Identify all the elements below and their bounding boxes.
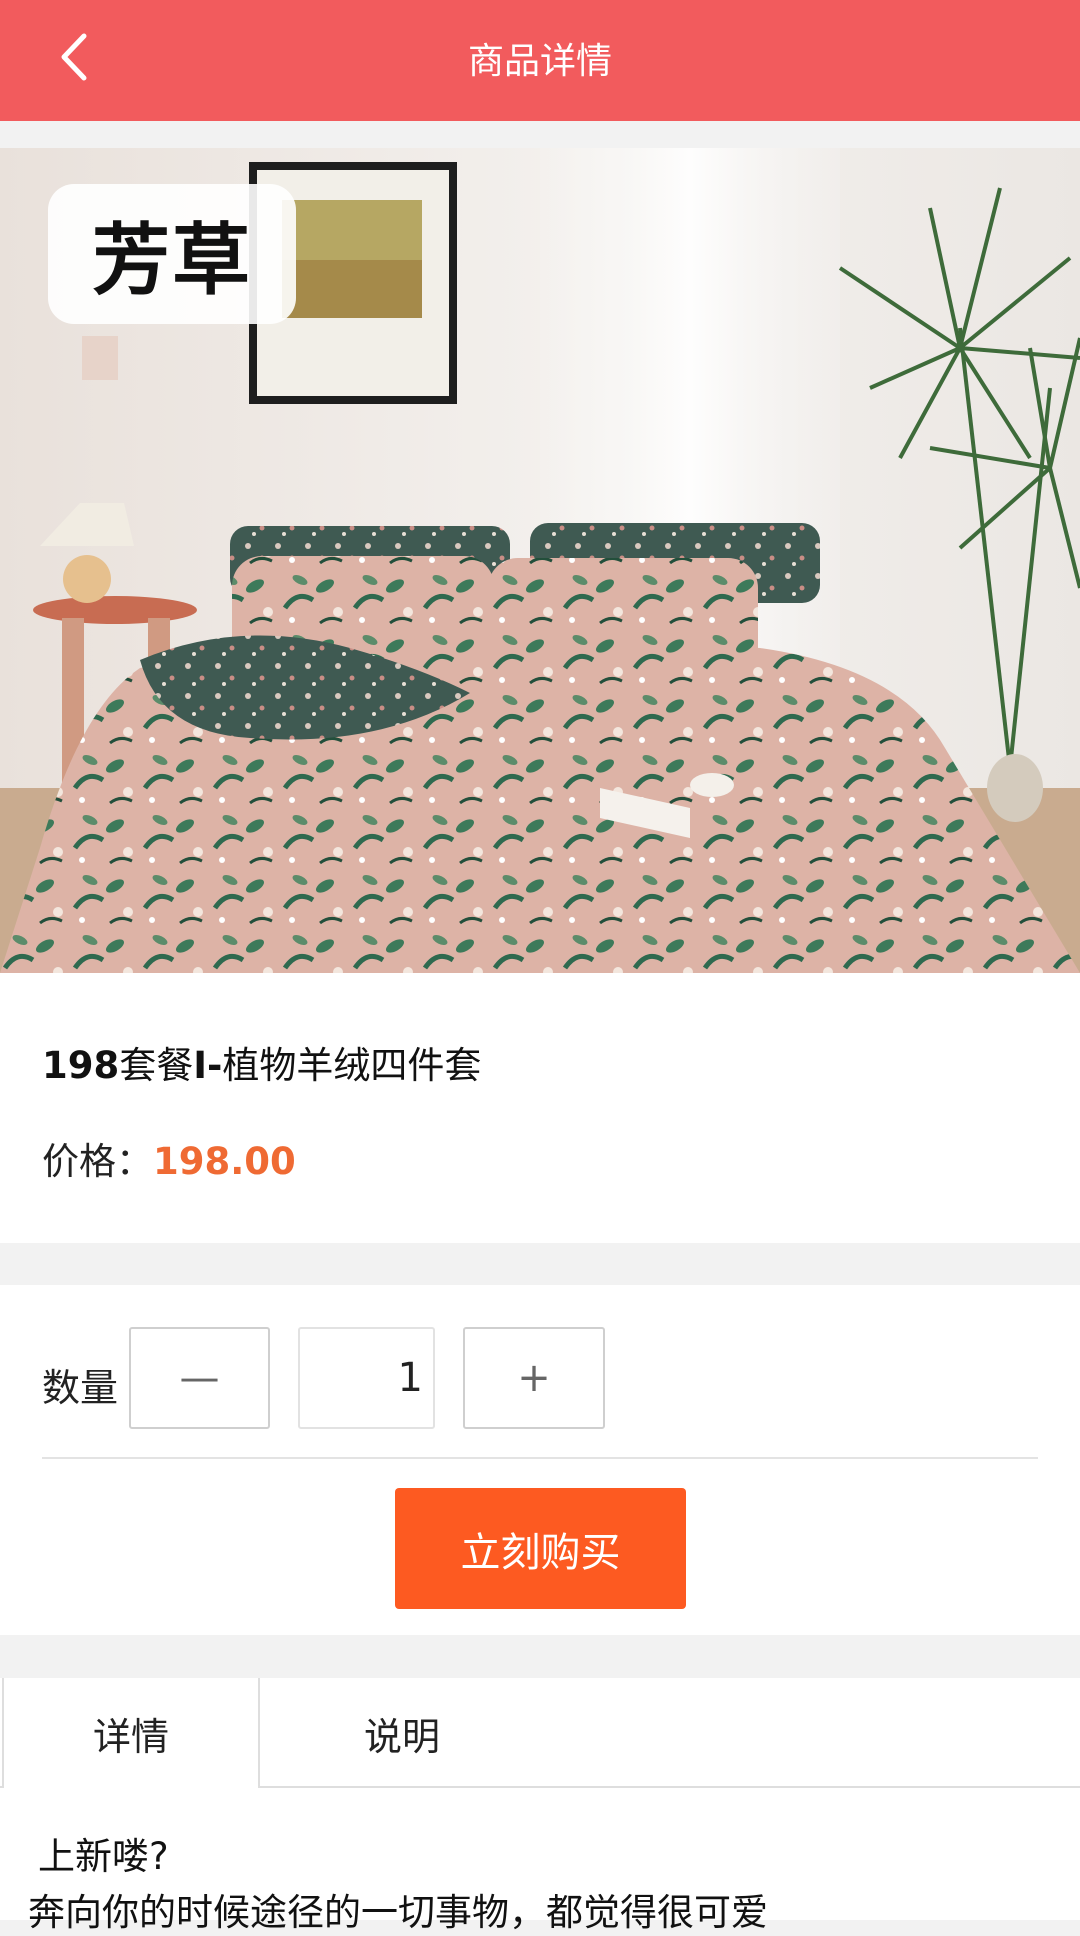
quantity-label: 数量 [42,1366,119,1410]
product-info-card: 198套餐I-植物羊绒四件套 价格：198.00 [0,973,1080,1243]
quantity-input[interactable]: 1 [298,1327,435,1429]
tab-bar: 详情 说明 [0,1678,1080,1788]
decrease-quantity-button[interactable]: — [129,1327,270,1429]
plus-icon: + [517,1355,551,1401]
divider [42,1457,1038,1459]
brand-tag: 芳草 [48,184,296,324]
price-label: 价格： [42,1140,153,1183]
buy-now-button[interactable]: 立刻购买 [395,1488,686,1609]
tab-description[interactable]: 说明 [272,1678,532,1788]
increase-quantity-button[interactable]: + [463,1327,605,1429]
minus-icon: — [179,1355,220,1401]
tab-details[interactable]: 详情 [2,1678,260,1788]
top-app-bar: 商品详情 [0,0,1080,121]
page-title: 商品详情 [467,41,612,82]
price-value: 198.00 [153,1140,296,1183]
product-name: 198套餐I-植物羊绒四件套 [42,1044,482,1087]
detail-text-line: 奔向你的时候途径的一切事物，都觉得很可爱 [28,1891,768,1934]
detail-content: 上新喽? 奔向你的时候途径的一切事物，都觉得很可爱 [0,1788,1080,1934]
product-image: 芳草 [0,148,1080,973]
detail-text-line: 上新喽? [38,1835,169,1878]
price-row: 价格：198.00 [42,1131,296,1185]
purchase-card: 数量 — 1 + 立刻购买 [0,1285,1080,1635]
